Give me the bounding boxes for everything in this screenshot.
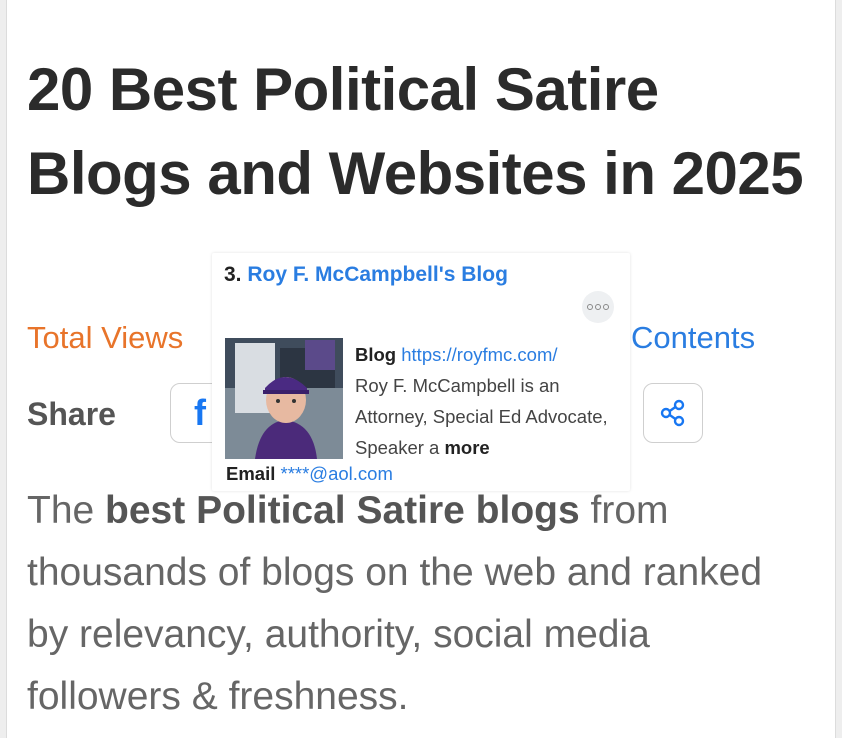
blog-email: Email ****@aol.com — [226, 463, 393, 485]
blog-description: Blog https://royfmc.com/ Roy F. McCampbe… — [355, 339, 625, 463]
intro-bold: best Political Satire blogs — [105, 489, 580, 532]
email-label: Email — [226, 463, 276, 484]
facebook-icon: f — [194, 392, 206, 433]
total-views-label: Total Views — [27, 320, 184, 355]
blog-author-photo[interactable] — [225, 338, 343, 459]
more-link[interactable]: more — [444, 437, 489, 458]
blog-rank: 3. — [224, 263, 242, 286]
page-title: 20 Best Political Satire Blogs and Websi… — [27, 56, 804, 207]
author-photo-image — [225, 338, 343, 459]
contents-link[interactable]: Contents — [631, 320, 755, 356]
share-label: Share — [27, 396, 116, 432]
blog-name-link[interactable]: 3. Roy F. McCampbell's Blog — [224, 259, 544, 290]
more-options-button[interactable] — [582, 291, 614, 323]
email-value[interactable]: ****@aol.com — [281, 463, 393, 484]
blog-url-link[interactable]: https://royfmc.com/ — [401, 344, 557, 365]
share-button[interactable] — [643, 383, 703, 443]
blog-name: Roy F. McCampbell's Blog — [247, 263, 508, 286]
blog-popup-card: 3. Roy F. McCampbell's Blog Blog https:/ — [212, 253, 630, 491]
share-icon — [660, 399, 685, 427]
intro-paragraph: The best Political Satire blogs from tho… — [27, 480, 807, 728]
blog-label: Blog — [355, 344, 397, 365]
article-page: 20 Best Political Satire Blogs and Websi… — [6, 0, 836, 738]
intro-prefix: The — [27, 489, 106, 532]
more-options-icon — [587, 304, 593, 310]
